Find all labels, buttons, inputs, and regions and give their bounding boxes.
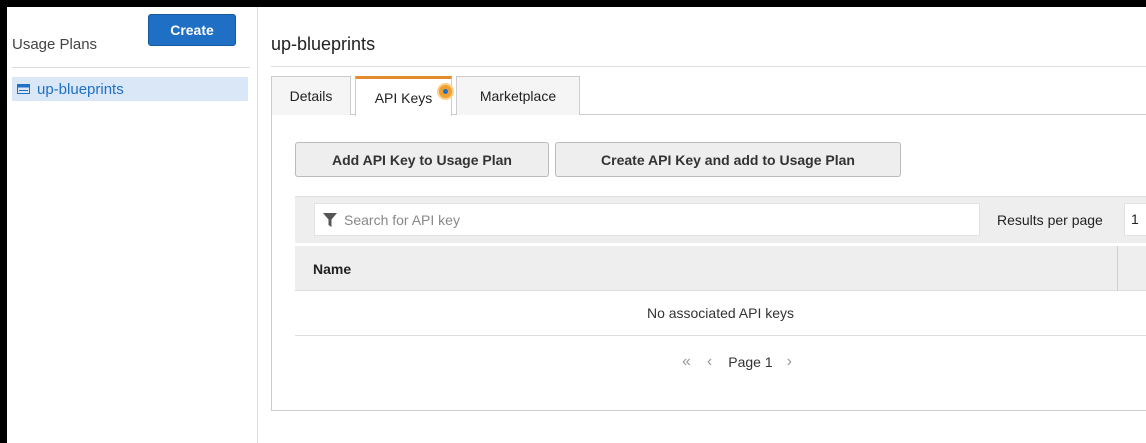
add-api-key-button[interactable]: Add API Key to Usage Plan [295,142,549,177]
results-per-page-label: Results per page [997,212,1103,228]
sidebar: Usage Plans [7,7,258,443]
table-toolbar: Results per page 1 [295,196,1146,243]
filter-icon [323,212,337,227]
column-header-name[interactable]: Name [313,261,351,277]
notification-dot-icon [439,85,452,98]
sidebar-item-label: up-blueprints [37,80,124,98]
page-title: up-blueprints [271,34,376,54]
column-divider [1117,246,1118,291]
title-divider [271,66,1146,67]
page-label: Page 1 [728,354,773,370]
pagination: « ‹ Page 1 › [682,352,792,372]
tab-marketplace[interactable]: Marketplace [456,76,580,115]
prev-page-icon[interactable]: ‹ [707,353,712,371]
tab-label: API Keys [374,89,433,106]
table-header: Name [295,246,1146,291]
next-page-icon[interactable]: › [787,353,792,371]
tab-label: Marketplace [479,88,557,104]
search-input[interactable] [342,210,946,229]
tab-details[interactable]: Details [271,76,351,115]
create-button[interactable]: Create [148,14,236,46]
results-per-page-select[interactable]: 1 [1124,203,1146,236]
search-box[interactable] [314,203,980,236]
empty-table-message: No associated API keys [295,291,1146,336]
tab-api-keys[interactable]: API Keys [355,76,452,116]
create-api-key-button[interactable]: Create API Key and add to Usage Plan [555,142,901,177]
sidebar-divider [12,67,250,68]
tab-label: Details [289,88,333,104]
usage-plan-icon [17,84,30,94]
first-page-icon[interactable]: « [682,353,691,371]
sidebar-item-up-blueprints[interactable]: up-blueprints [12,77,248,101]
sidebar-title: Usage Plans [12,36,98,53]
